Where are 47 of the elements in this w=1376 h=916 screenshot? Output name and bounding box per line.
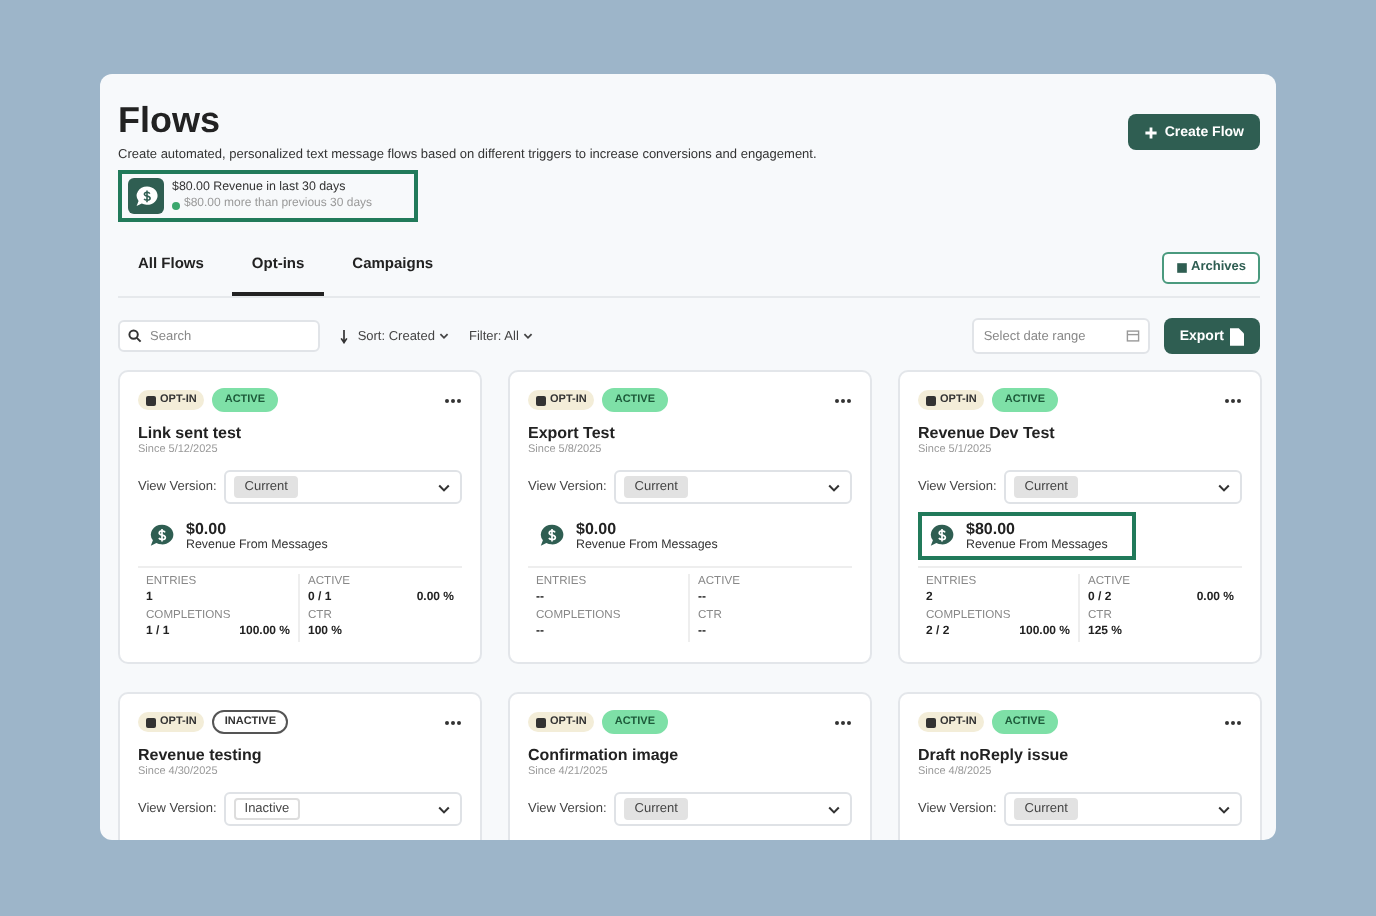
- more-menu-button[interactable]: [834, 397, 852, 403]
- more-icon: [834, 719, 852, 725]
- flow-name: Export Test: [528, 424, 617, 442]
- plus-icon: [1144, 125, 1159, 139]
- chevron-down-icon: [438, 330, 451, 342]
- badge-icon: [926, 395, 936, 405]
- page-title: Flows: [118, 98, 223, 142]
- more-icon: [1224, 397, 1242, 403]
- revenue-amount: $80.00: [966, 520, 1017, 538]
- more-menu-button[interactable]: [1224, 397, 1242, 403]
- chevron-down-icon: [522, 330, 535, 342]
- flow-name: Link sent test: [138, 424, 244, 442]
- more-menu-button[interactable]: [1224, 719, 1242, 725]
- chevron-down-icon: [1216, 801, 1232, 817]
- more-menu-button[interactable]: [444, 719, 462, 725]
- chevron-down-icon: [436, 801, 452, 817]
- revenue-bubble-icon: [928, 522, 956, 550]
- chat-dollar-icon: [128, 178, 164, 214]
- more-icon: [834, 397, 852, 403]
- chevron-down-icon: [826, 801, 842, 817]
- revenue-bubble-icon: [148, 522, 176, 550]
- badge-icon: [536, 717, 546, 727]
- more-menu-button[interactable]: [444, 397, 462, 403]
- calendar-icon: [1125, 329, 1140, 343]
- more-icon: [1224, 719, 1242, 725]
- flow-name: Revenue testing: [138, 746, 264, 764]
- flow-name: Draft noReply issue: [918, 746, 1071, 764]
- up-indicator-icon: [172, 201, 180, 209]
- search-icon: [128, 329, 142, 343]
- badge-icon: [926, 717, 936, 727]
- revenue-bubble-icon: [538, 522, 566, 550]
- file-icon: [1230, 327, 1244, 345]
- sort-arrow-icon: [338, 329, 350, 343]
- archive-icon: [1175, 261, 1188, 273]
- revenue-amount: $0.00: [576, 520, 619, 538]
- chevron-down-icon: [436, 479, 452, 495]
- revenue-amount: $0.00: [186, 520, 229, 538]
- more-icon: [444, 719, 462, 725]
- chevron-down-icon: [1216, 479, 1232, 495]
- chevron-down-icon: [826, 479, 842, 495]
- badge-icon: [146, 395, 156, 405]
- badge-icon: [146, 717, 156, 727]
- badge-icon: [536, 395, 546, 405]
- more-icon: [444, 397, 462, 403]
- flow-name: Confirmation image: [528, 746, 681, 764]
- more-menu-button[interactable]: [834, 719, 852, 725]
- flow-name: Revenue Dev Test: [918, 424, 1057, 442]
